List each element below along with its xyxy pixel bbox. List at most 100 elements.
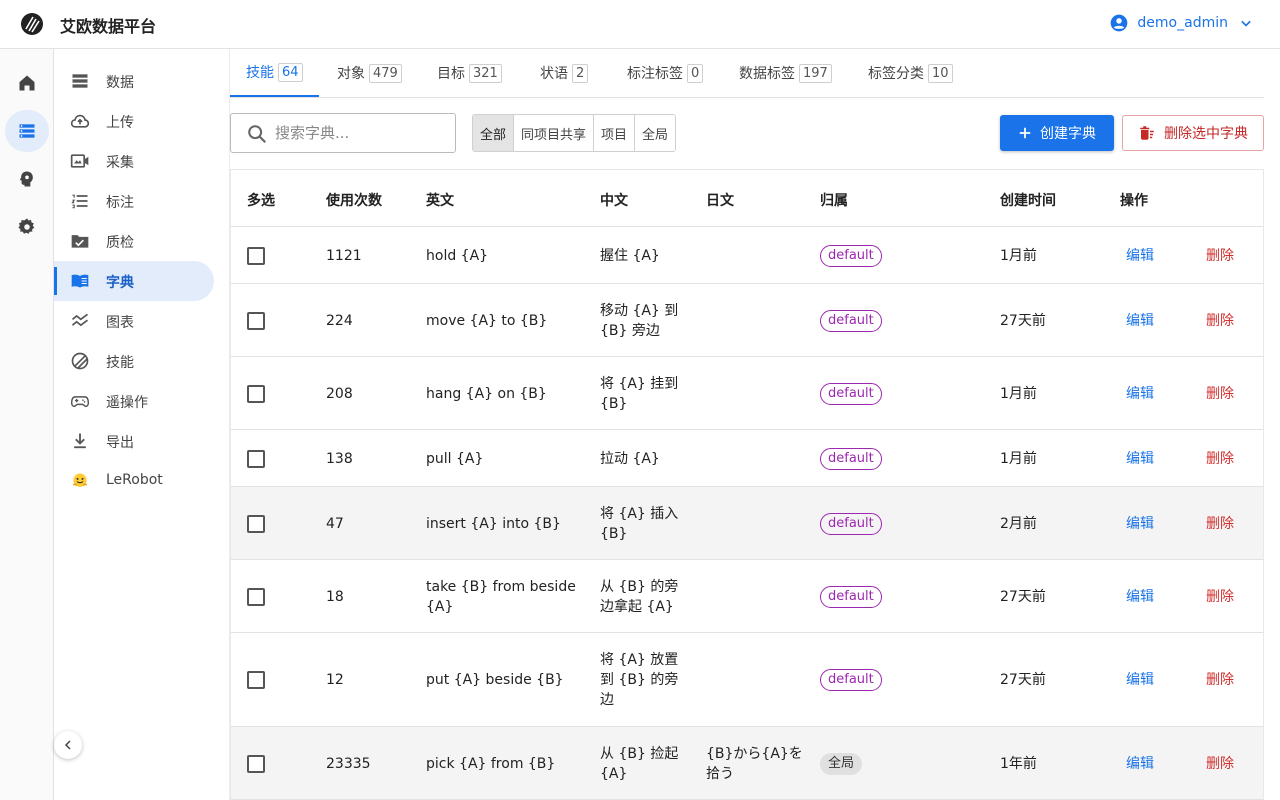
tab-label-categories[interactable]: 标签分类 10 [852, 49, 969, 97]
sidebar-item-skills[interactable]: 技能 [54, 341, 214, 381]
rail-settings-button[interactable] [5, 206, 49, 248]
delete-button[interactable]: 删除 [1206, 633, 1234, 727]
sidebar-item-upload[interactable]: 上传 [54, 101, 214, 141]
sidebar-item-data[interactable]: 数据 [54, 61, 214, 101]
brain-icon [19, 171, 33, 187]
row-checkbox[interactable] [247, 384, 265, 403]
user-menu[interactable]: demo_admin [1109, 13, 1256, 33]
edit-button[interactable]: 编辑 [1126, 357, 1154, 430]
scope-all-button[interactable]: 全部 [473, 115, 515, 151]
column-header: 创建时间 [1000, 193, 1056, 209]
edit-button[interactable]: 编辑 [1126, 284, 1154, 357]
edit-button[interactable]: 编辑 [1126, 633, 1154, 727]
sidebar-item-label: 导出 [106, 435, 134, 451]
row-checkbox[interactable] [247, 246, 265, 265]
username: demo_admin [1137, 15, 1228, 31]
table-row: 12 put {A} beside {B} 将 {A} 放置到 {B} 的旁边 def… [231, 633, 1263, 727]
sidebar-item-qc[interactable]: 质检 [54, 221, 214, 261]
sidebar-item-label: 遥操作 [106, 395, 148, 411]
sidebar-item-teleop[interactable]: 遥操作 [54, 381, 214, 421]
japanese-text: {B}から{A}を 拾う [706, 745, 803, 782]
usage-count: 208 [326, 385, 353, 402]
created-time: 1月前 [1000, 385, 1037, 402]
english-text: pull {A} [426, 450, 484, 467]
sidebar-item-label: 图表 [106, 315, 134, 331]
search-input[interactable] [275, 122, 445, 144]
english-text: hang {A} on {B} [426, 385, 547, 402]
created-time: 1年前 [1000, 755, 1037, 772]
dictionary-table: 多选 使用次数 英文 中文 日文 归属 创建时间 操作 1121 hold {A}… [230, 169, 1264, 800]
folder-check-icon [70, 231, 90, 251]
edit-button[interactable]: 编辑 [1126, 560, 1154, 633]
tab-count: 479 [369, 63, 402, 83]
tab-skills[interactable]: 技能 64 [230, 49, 319, 97]
sidebar-item-dictionary[interactable]: 字典 [54, 261, 214, 301]
delete-selected-label: 删除选中字典 [1164, 126, 1248, 142]
sidebar-collapse-button[interactable] [54, 731, 82, 759]
tab-count: 10 [928, 63, 953, 83]
scope-global-button[interactable]: 全局 [635, 115, 676, 151]
row-checkbox[interactable] [247, 311, 265, 330]
delete-button[interactable]: 删除 [1206, 487, 1234, 560]
row-checkbox[interactable] [247, 514, 265, 533]
app-header: 艾欧数据平台 demo_admin [0, 0, 1280, 49]
scope-project-button[interactable]: 项目 [594, 115, 636, 151]
delete-button[interactable]: 删除 [1206, 560, 1234, 633]
owner-badge: default [820, 669, 882, 691]
dataset-icon [19, 124, 35, 138]
usage-count: 224 [326, 312, 353, 329]
sidebar-item-label: 质检 [106, 235, 134, 251]
created-time: 1月前 [1000, 247, 1037, 264]
table-row: 47 insert {A} into {B} 将 {A} 插入 {B} default 2… [231, 487, 1263, 560]
sidebar-item-export[interactable]: 导出 [54, 421, 214, 461]
book-icon [70, 271, 90, 291]
row-checkbox[interactable] [247, 754, 265, 773]
tab-annotation-labels[interactable]: 标注标签 0 [611, 49, 719, 97]
sidebar-item-annotate[interactable]: 标注 [54, 181, 214, 221]
row-checkbox[interactable] [247, 587, 265, 606]
owner-cell: default [820, 430, 882, 487]
tab-objects[interactable]: 对象 479 [321, 49, 418, 97]
owner-cell: default [820, 227, 882, 284]
delete-button[interactable]: 删除 [1206, 430, 1234, 487]
chinese-text: 拉动 {A} [600, 450, 660, 467]
rail-brain-button[interactable] [5, 158, 49, 200]
chart-line-icon [70, 311, 90, 331]
delete-sweep-icon [1140, 126, 1154, 140]
table-row: 208 hang {A} on {B} 将 {A} 挂到 {B} default 1月前 编… [231, 357, 1263, 430]
owner-badge: default [820, 447, 882, 470]
column-header: 操作 [1120, 193, 1148, 209]
row-checkbox[interactable] [247, 671, 265, 689]
list-numbered-icon [70, 191, 90, 211]
scope-shared-button[interactable]: 同项目共享 [514, 115, 595, 151]
edit-button[interactable]: 编辑 [1126, 430, 1154, 487]
owner-cell: default [820, 357, 882, 430]
sidebar-item-lerobot[interactable]: LeRobot [54, 461, 214, 501]
search-box [230, 113, 456, 153]
tab-targets[interactable]: 目标 321 [421, 49, 518, 97]
sidebar-item-capture[interactable]: 采集 [54, 141, 214, 181]
english-text: put {A} beside {B} [426, 672, 564, 688]
rail-home-button[interactable] [5, 62, 49, 104]
delete-button[interactable]: 删除 [1206, 284, 1234, 357]
edit-button[interactable]: 编辑 [1126, 487, 1154, 560]
delete-button[interactable]: 删除 [1206, 727, 1234, 800]
create-dictionary-button[interactable]: 创建字典 [1000, 115, 1114, 151]
usage-count: 138 [326, 450, 353, 467]
chinese-text: 将 {A} 放置到 {B} 的旁边 [600, 652, 679, 708]
delete-selected-button[interactable]: 删除选中字典 [1122, 115, 1264, 151]
tab-data-labels[interactable]: 数据标签 197 [723, 49, 848, 97]
owner-cell: 全局 [820, 727, 863, 800]
chinese-text: 从 {B} 的旁 边拿起 {A} [600, 578, 679, 615]
plus-icon [1019, 127, 1031, 139]
row-checkbox[interactable] [247, 449, 265, 468]
tab-adverbials[interactable]: 状语 2 [524, 49, 604, 97]
sidebar-item-label: LeRobot [106, 472, 163, 488]
delete-button[interactable]: 删除 [1206, 357, 1234, 430]
edit-button[interactable]: 编辑 [1126, 727, 1154, 800]
rail-dataset-button[interactable] [5, 110, 49, 152]
sidebar-item-charts[interactable]: 图表 [54, 301, 214, 341]
edit-button[interactable]: 编辑 [1126, 227, 1154, 284]
english-text: insert {A} into {B} [426, 515, 561, 532]
delete-button[interactable]: 删除 [1206, 227, 1234, 284]
